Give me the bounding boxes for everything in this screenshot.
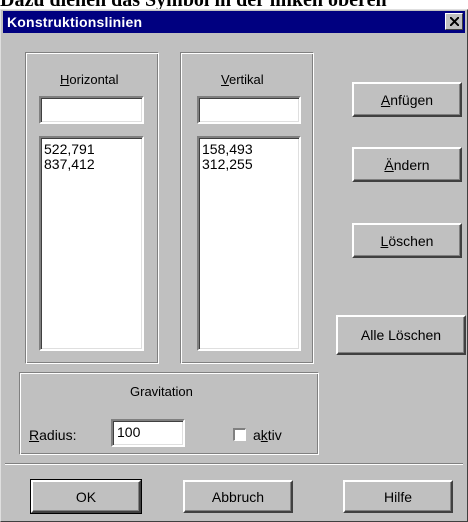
list-item[interactable]: 837,412 <box>41 157 142 172</box>
close-button[interactable] <box>445 13 463 30</box>
title-bar[interactable]: Konstruktionslinien <box>3 11 465 33</box>
cancel-button[interactable]: Abbruch <box>183 480 293 513</box>
active-label[interactable]: aktiv <box>253 427 282 443</box>
help-button[interactable]: Hilfe <box>343 480 453 513</box>
list-item[interactable]: 522,791 <box>41 142 142 157</box>
delete-all-button[interactable]: Alle Löschen <box>336 315 466 355</box>
gravitation-title: Gravitation <box>130 384 193 399</box>
window-title: Konstruktionslinien <box>7 14 143 30</box>
vertical-list[interactable]: 158,493 312,255 <box>197 136 301 351</box>
horizontal-list[interactable]: 522,791 837,412 <box>39 136 144 351</box>
add-button[interactable]: Anfügen <box>352 82 462 117</box>
vertical-input[interactable] <box>197 96 301 124</box>
horizontal-input[interactable] <box>39 96 144 124</box>
list-item[interactable]: 158,493 <box>199 142 299 157</box>
separator <box>5 463 463 465</box>
change-button[interactable]: Ändern <box>352 147 462 182</box>
delete-button[interactable]: Löschen <box>352 223 462 258</box>
horizontal-label: Horizontal <box>60 72 119 87</box>
close-icon <box>450 17 459 26</box>
radius-input[interactable]: 100 <box>111 419 185 447</box>
radius-label: Radius: <box>29 427 77 443</box>
list-item[interactable]: 312,255 <box>199 157 299 172</box>
active-checkbox[interactable] <box>233 428 246 441</box>
vertical-label: Vertikal <box>221 72 264 87</box>
constructions-lines-dialog: Konstruktionslinien Horizontal 522,791 8… <box>0 9 468 522</box>
ok-button[interactable]: OK <box>30 479 142 514</box>
